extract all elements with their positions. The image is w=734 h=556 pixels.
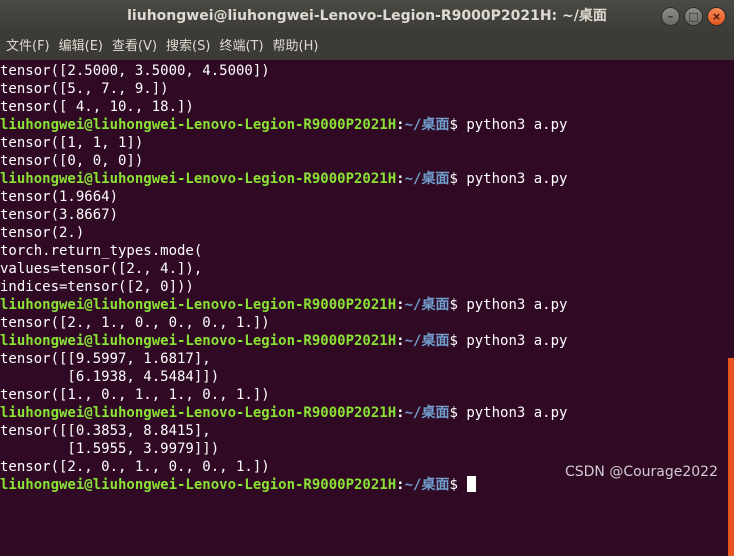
prompt-separator: : xyxy=(396,333,405,349)
command-text: python3 a.py xyxy=(457,117,568,133)
output-line: tensor([0, 0, 0]) xyxy=(0,153,144,169)
prompt-separator: : xyxy=(396,405,405,421)
menu-bar: 文件(F) 编辑(E) 查看(V) 搜索(S) 终端(T) 帮助(H) xyxy=(0,33,734,60)
command-text: python3 a.py xyxy=(457,405,568,421)
prompt-user-host: liuhongwei@liuhongwei-Lenovo-Legion-R900… xyxy=(0,117,397,133)
window-controls: – □ × xyxy=(661,7,726,26)
prompt-separator: : xyxy=(396,477,405,493)
output-line: values=tensor([2., 4.]), xyxy=(0,261,203,277)
output-line: tensor(2.) xyxy=(0,225,85,241)
scrollbar-thumb[interactable] xyxy=(728,358,734,556)
output-line: tensor([2., 1., 0., 0., 0., 1.]) xyxy=(0,315,270,331)
menu-search[interactable]: 搜索(S) xyxy=(160,33,213,60)
prompt-path: ~/桌面 xyxy=(404,297,450,313)
command-text: python3 a.py xyxy=(457,333,568,349)
prompt-line: liuhongwei@liuhongwei-Lenovo-Legion-R900… xyxy=(0,116,726,134)
menu-edit[interactable]: 编辑(E) xyxy=(53,33,106,60)
output-line: [6.1938, 4.5484]]) xyxy=(0,369,220,385)
prompt-user-host: liuhongwei@liuhongwei-Lenovo-Legion-R900… xyxy=(0,171,397,187)
output-line: indices=tensor([2, 0])) xyxy=(0,279,194,295)
maximize-button[interactable]: □ xyxy=(684,7,703,26)
prompt-dollar: $ xyxy=(449,405,458,421)
menu-file[interactable]: 文件(F) xyxy=(0,33,53,60)
minimize-button[interactable]: – xyxy=(661,7,680,26)
prompt-line: liuhongwei@liuhongwei-Lenovo-Legion-R900… xyxy=(0,404,726,422)
menu-help[interactable]: 帮助(H) xyxy=(267,33,322,60)
prompt-path: ~/桌面 xyxy=(404,117,450,133)
command-text: python3 a.py xyxy=(457,171,568,187)
output-line: tensor([ 4., 10., 18.]) xyxy=(0,99,194,115)
prompt-separator: : xyxy=(396,117,405,133)
output-line: [1.5955, 3.9979]]) xyxy=(0,441,220,457)
output-line: tensor(1.9664) xyxy=(0,189,119,205)
menu-terminal[interactable]: 终端(T) xyxy=(213,33,266,60)
prompt-path: ~/桌面 xyxy=(404,405,450,421)
output-line: torch.return_types.mode( xyxy=(0,243,203,259)
scrollbar[interactable] xyxy=(726,62,734,556)
output-line: tensor([5., 7., 9.]) xyxy=(0,81,169,97)
output-line: tensor([[9.5997, 1.6817], xyxy=(0,351,211,367)
command-text: python3 a.py xyxy=(457,297,568,313)
prompt-separator: : xyxy=(396,297,405,313)
prompt-user-host: liuhongwei@liuhongwei-Lenovo-Legion-R900… xyxy=(0,405,397,421)
command-text xyxy=(458,477,466,493)
menu-view[interactable]: 查看(V) xyxy=(106,33,160,60)
prompt-separator: : xyxy=(396,171,405,187)
prompt-path: ~/桌面 xyxy=(404,171,450,187)
terminal-window: liuhongwei@liuhongwei-Lenovo-Legion-R900… xyxy=(0,0,734,556)
output-line: tensor([2.5000, 3.5000, 4.5000]) xyxy=(0,63,270,79)
prompt-line: liuhongwei@liuhongwei-Lenovo-Legion-R900… xyxy=(0,170,726,188)
output-line: tensor([1., 0., 1., 1., 0., 1.]) xyxy=(0,387,270,403)
prompt-user-host: liuhongwei@liuhongwei-Lenovo-Legion-R900… xyxy=(0,297,397,313)
title-bar[interactable]: liuhongwei@liuhongwei-Lenovo-Legion-R900… xyxy=(0,0,734,33)
prompt-user-host: liuhongwei@liuhongwei-Lenovo-Legion-R900… xyxy=(0,477,397,493)
output-line: tensor(3.8667) xyxy=(0,207,119,223)
prompt-path: ~/桌面 xyxy=(404,333,450,349)
prompt-line: liuhongwei@liuhongwei-Lenovo-Legion-R900… xyxy=(0,296,726,314)
terminal-output[interactable]: tensor([2.5000, 3.5000, 4.5000]) tensor([… xyxy=(0,62,726,494)
close-button[interactable]: × xyxy=(707,7,726,26)
watermark: CSDN @Courage2022 xyxy=(564,464,718,480)
prompt-dollar: $ xyxy=(449,297,458,313)
text-cursor xyxy=(467,476,477,492)
window-title: liuhongwei@liuhongwei-Lenovo-Legion-R900… xyxy=(127,8,607,24)
prompt-user-host: liuhongwei@liuhongwei-Lenovo-Legion-R900… xyxy=(0,333,397,349)
output-line: tensor([1, 1, 1]) xyxy=(0,135,144,151)
prompt-dollar: $ xyxy=(449,333,458,349)
prompt-dollar: $ xyxy=(449,171,458,187)
prompt-dollar: $ xyxy=(449,117,458,133)
prompt-dollar: $ xyxy=(449,477,458,493)
prompt-path: ~/桌面 xyxy=(404,477,450,493)
output-line: tensor([[0.3853, 8.8415], xyxy=(0,423,211,439)
prompt-line: liuhongwei@liuhongwei-Lenovo-Legion-R900… xyxy=(0,332,726,350)
